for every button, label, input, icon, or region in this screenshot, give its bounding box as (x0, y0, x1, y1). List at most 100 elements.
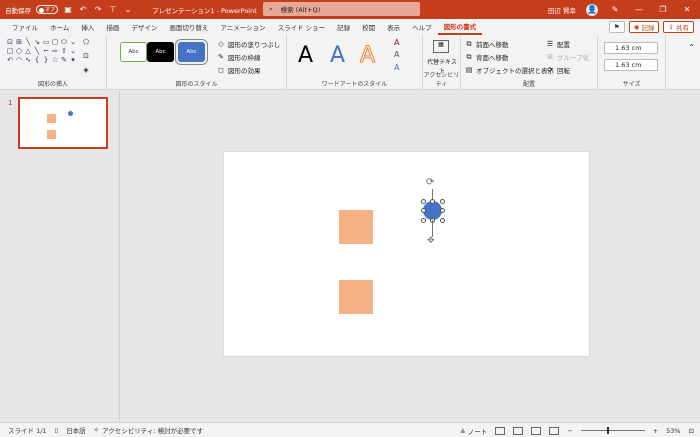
slideshow-icon[interactable]: ⊤ (108, 5, 118, 15)
tab-animations[interactable]: アニメーション (214, 19, 271, 35)
resize-handle-sw[interactable] (420, 217, 426, 223)
search-box[interactable]: ⌕ 検索 (Alt+Q) (263, 2, 420, 16)
wordart-style-black[interactable]: A (298, 43, 313, 68)
arc-shape-icon[interactable]: ◠ (15, 57, 23, 64)
minimize-icon[interactable]: — (632, 5, 646, 14)
undo-icon[interactable]: ↶ (78, 5, 88, 15)
collapse-ribbon-icon[interactable]: ⌃ (688, 43, 695, 52)
resize-handle-se[interactable] (439, 217, 445, 223)
line-shape-icon-2[interactable]: ╲ (33, 48, 41, 55)
zoom-out-icon[interactable]: − (567, 427, 572, 435)
fit-slide-icon[interactable]: ⊡ (689, 427, 694, 435)
bring-forward-button[interactable]: ⧉ 前面へ移動 (465, 39, 509, 50)
triangle-shape-icon[interactable]: △ (24, 48, 32, 55)
spellcheck-icon[interactable]: ▯ (55, 426, 59, 434)
save-icon[interactable]: ▣ (63, 5, 73, 15)
gallery-expand-icon[interactable]: ▾ (69, 57, 77, 64)
language-indicator[interactable]: 日本語 (66, 425, 86, 435)
move-handle-icon[interactable]: ✥ (427, 236, 435, 246)
vertical-textbox-shape-icon[interactable]: ⊞ (15, 39, 23, 46)
tab-transitions[interactable]: 画面切り替え (163, 19, 214, 35)
share-button[interactable]: ⇪ 共有 (663, 21, 694, 33)
tab-review[interactable]: 校閲 (356, 19, 381, 35)
style-preset-blue[interactable]: Abc (175, 39, 208, 65)
avatar[interactable]: 👤 (586, 3, 598, 16)
slide-canvas[interactable]: ⟳ ✥ (224, 152, 589, 356)
tab-design[interactable]: デザイン (125, 19, 163, 35)
tab-home[interactable]: ホーム (44, 19, 75, 35)
reading-view-icon[interactable] (531, 426, 542, 435)
arrow-up-shape-icon[interactable]: ⇧ (60, 48, 68, 55)
text-fill-icon[interactable]: A (394, 38, 399, 47)
tab-slideshow[interactable]: スライド ショー (272, 19, 332, 35)
shape-outline-button[interactable]: ✎ 図形の枠線 (217, 52, 260, 62)
style-preset-outline[interactable]: Abc (120, 42, 147, 62)
resize-handle-n[interactable] (430, 198, 435, 204)
shape-square-bottom[interactable] (339, 280, 373, 314)
normal-view-icon[interactable] (495, 426, 506, 435)
send-backward-button[interactable]: ⧉ 背面へ移動 (465, 52, 509, 63)
tab-insert[interactable]: 挿入 (75, 19, 100, 35)
arrow-right-shape-icon[interactable]: ⇨ (51, 48, 59, 55)
shape-fill-button[interactable]: ◇ 図形の塗りつぶし (217, 39, 280, 49)
brace-right-shape-icon[interactable]: } (42, 57, 50, 64)
zoom-level[interactable]: 53% (666, 427, 680, 435)
redo-icon[interactable]: ↷ (93, 5, 103, 15)
zoom-slider[interactable] (580, 427, 645, 434)
resize-handle-w[interactable] (420, 208, 426, 213)
resize-handle-nw[interactable] (420, 198, 426, 204)
slide-sorter-icon[interactable] (513, 426, 524, 435)
rotation-handle-icon[interactable]: ⟳ (426, 177, 434, 188)
tab-help[interactable]: ヘルプ (406, 19, 438, 35)
autosave-toggle[interactable]: オフ (36, 5, 58, 14)
rectangle-shape-icon[interactable]: ▭ (42, 39, 50, 46)
shape-gallery[interactable]: ⊡ ⊞ ╲ ↘ ▭ ▢ ⬭ ⌄ □ ○ △ ╲ ⌐ ⇨ ⇧ ⌄ ↶ ◠ ∿ { … (6, 39, 78, 64)
group-objects-button[interactable]: ⊞ グループ化 (546, 52, 589, 62)
star-shape-icon[interactable]: ☆ (51, 57, 59, 64)
user-name[interactable]: 田辺 賢幸 (548, 5, 576, 15)
close-icon[interactable]: ✕ (680, 5, 694, 14)
resize-handle-ne[interactable] (439, 198, 445, 204)
freeform-shape-icon[interactable]: ✎ (60, 57, 68, 64)
line-shape-icon[interactable]: ╲ (24, 39, 32, 46)
edit-shape-button[interactable]: ⬠ (82, 38, 90, 46)
align-button[interactable]: ☰ 配置 (546, 39, 570, 49)
slide-count[interactable]: スライド 1/1 (8, 425, 47, 435)
rotate-button[interactable]: ⟳ 回転 (546, 65, 570, 75)
resize-handle-e[interactable] (439, 208, 445, 213)
rounded-rect-shape-icon[interactable]: ▢ (51, 39, 59, 46)
shape-height-input[interactable]: 1.63 cm (604, 42, 658, 54)
tab-shape-format[interactable]: 図形の書式 (437, 19, 483, 35)
slideshow-view-icon[interactable] (549, 426, 560, 435)
chevron-down-icon[interactable]: ⌄ (69, 39, 77, 46)
zoom-slider-thumb[interactable] (606, 427, 609, 434)
text-effects-icon[interactable]: A (394, 63, 399, 72)
circle-shape-icon[interactable]: ○ (15, 48, 23, 55)
brace-shape-icon[interactable]: { (33, 57, 41, 64)
tab-view[interactable]: 表示 (381, 19, 406, 35)
accessibility-status[interactable]: ✧ アクセシビリティ: 検討が必要です (94, 425, 204, 435)
merge-shapes-button[interactable]: ◈ (82, 66, 90, 74)
tab-record[interactable]: 記録 (331, 19, 356, 35)
shape-square-top[interactable] (339, 210, 373, 244)
text-outline-icon[interactable]: A (394, 50, 399, 59)
curve-shape-icon[interactable]: ↶ (6, 57, 14, 64)
textbox-button[interactable]: ⊡ (82, 52, 90, 60)
shape-effects-button[interactable]: ◻ 図形の効果 (217, 65, 260, 75)
arrow-line-shape-icon[interactable]: ↘ (33, 39, 41, 46)
restore-icon[interactable]: ❐ (656, 5, 670, 14)
shape-circle-selected[interactable] (420, 198, 445, 223)
square-shape-icon[interactable]: □ (6, 48, 14, 55)
oval-shape-icon[interactable]: ⬭ (60, 39, 68, 46)
shape-width-input[interactable]: 1.63 cm (604, 59, 658, 71)
customize-qat-icon[interactable]: ⌄ (123, 5, 133, 15)
style-preset-dark[interactable]: Abc (147, 42, 174, 62)
textbox-shape-icon[interactable]: ⊡ (6, 39, 14, 46)
record-button[interactable]: ◉ 記録 (628, 21, 660, 33)
comments-button[interactable]: ⚑ (608, 21, 625, 33)
pen-icon[interactable]: ✎ (608, 5, 622, 14)
wordart-style-blue[interactable]: A (330, 43, 345, 68)
slide-thumbnail[interactable] (18, 97, 108, 149)
tab-file[interactable]: ファイル (6, 19, 44, 35)
zoom-in-icon[interactable]: + (653, 427, 658, 435)
